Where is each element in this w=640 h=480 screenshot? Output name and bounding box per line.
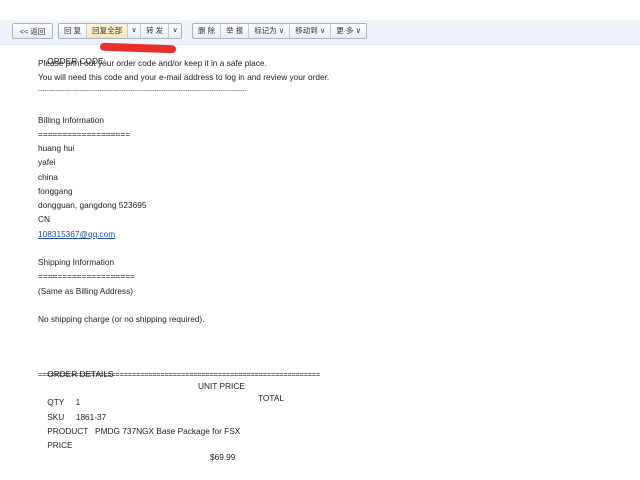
dash-divider: ----------------------------------------…	[38, 88, 247, 94]
shipping-underline: ====================	[38, 271, 135, 281]
qty-row: QTY 1	[38, 384, 80, 407]
message-actions-group: 删 除 举 报 标记为 ∨ 移动到 ∨ 更 多 ∨	[192, 23, 368, 39]
reply-forward-group: 回 复 回复全部 ∨ 转 发 ∨	[58, 23, 183, 39]
reply-button[interactable]: 回 复	[59, 24, 88, 38]
report-button[interactable]: 举 报	[221, 24, 250, 38]
price-row: PRICE $69.99	[38, 427, 338, 462]
delete-button[interactable]: 删 除	[193, 24, 222, 38]
order-code-line: ORDER CODE:	[38, 42, 177, 66]
forward-dropdown-icon[interactable]: ∨	[169, 24, 181, 38]
billing-name: huang hui	[38, 143, 75, 153]
billing-email-link[interactable]: 108315367@qq.com	[38, 228, 115, 240]
window-top-strip	[0, 0, 640, 20]
order-details-header-row: ORDER DETAILS UNIT PRICE TOTAL	[38, 356, 338, 403]
move-to-label: 移动到	[295, 26, 318, 35]
instructions-line-1: Please print out your order code and/or …	[38, 58, 267, 68]
price-label: PRICE	[47, 440, 73, 450]
mark-as-dropdown-icon: ∨	[278, 26, 285, 35]
back-button[interactable]: << 返回	[12, 23, 53, 39]
billing-heading: Billing Information	[38, 115, 104, 125]
billing-city-line: dongguan, gangdong 523695	[38, 200, 147, 210]
move-to-button[interactable]: 移动到 ∨	[290, 24, 332, 38]
equals-divider: ========================================…	[38, 372, 321, 379]
reply-all-dropdown-icon[interactable]: ∨	[128, 24, 142, 38]
forward-button[interactable]: 转 发	[141, 24, 170, 38]
billing-country: CN	[38, 214, 50, 224]
sku-row: SKU 1861-37	[38, 399, 106, 422]
more-button[interactable]: 更 多 ∨	[331, 24, 366, 38]
mark-as-button[interactable]: 标记为 ∨	[249, 24, 291, 38]
shipping-charge-note: No shipping charge (or no shipping requi…	[38, 314, 205, 324]
mark-as-label: 标记为	[254, 26, 277, 35]
billing-underline: ===================	[38, 129, 131, 139]
more-dropdown-icon: ∨	[355, 26, 362, 35]
billing-line-4: fonggang	[38, 186, 73, 196]
product-row: PRODUCT PMDG 737NGX Base Package for FSX	[38, 413, 240, 436]
total-header: TOTAL	[258, 393, 284, 403]
move-to-dropdown-icon: ∨	[319, 26, 326, 35]
shipping-same-as: (Same as Billing Address)	[38, 286, 133, 296]
more-label: 更 多	[336, 26, 354, 35]
price-value: $69.99	[210, 452, 236, 462]
billing-line-3: china	[38, 172, 58, 182]
billing-line-2: yafei	[38, 157, 56, 167]
redaction-mark	[99, 42, 177, 54]
email-toolbar: << 返回 回 复 回复全部 ∨ 转 发 ∨ 删 除 举 报 标记为 ∨ 移动到…	[0, 20, 640, 45]
shipping-heading: Shipping Information	[38, 257, 115, 267]
instructions-line-2: You will need this code and your e-mail …	[38, 72, 330, 82]
reply-all-button[interactable]: 回复全部	[87, 24, 129, 38]
